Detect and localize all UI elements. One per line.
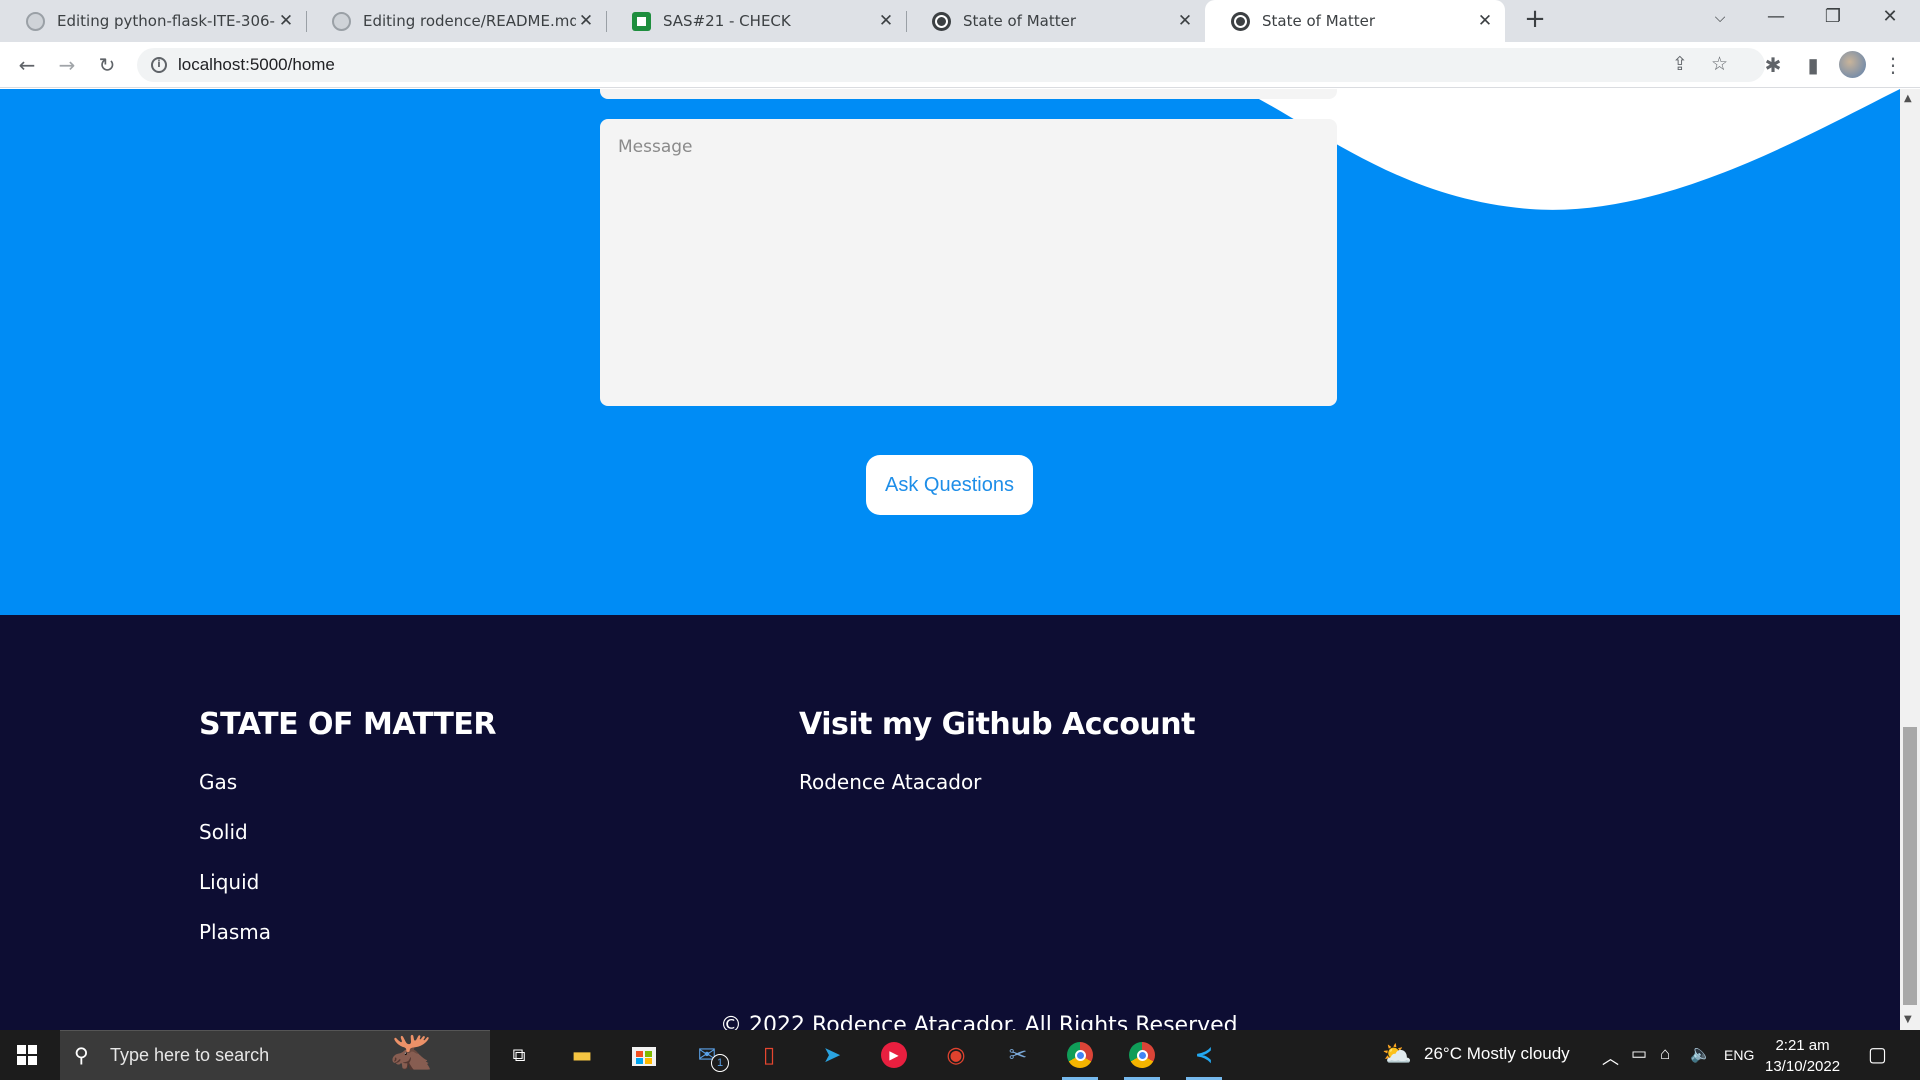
tab-title: SAS#21 - CHECK (663, 12, 791, 30)
chrome-logo (1129, 1042, 1155, 1068)
battery-icon[interactable]: ▭ (1631, 1044, 1647, 1064)
chrome-profile-icon[interactable] (1124, 1038, 1160, 1080)
footer-github-title: Visit my Github Account (799, 707, 1196, 742)
github-icon (332, 11, 351, 31)
footer-link-github[interactable]: Rodence Atacador (799, 770, 981, 794)
chrome-icon[interactable] (1062, 1038, 1098, 1080)
tab-state-of-matter[interactable]: State of Matter ✕ (906, 0, 1205, 42)
show-hidden-icons[interactable]: ︿ (1602, 1044, 1619, 1069)
windows-start-icon[interactable] (17, 1045, 37, 1065)
close-tab-icon[interactable]: ✕ (876, 11, 896, 31)
address-bar[interactable]: i localhost:5000/home ⇪ ☆ (137, 48, 1765, 82)
reload-button[interactable]: ↻ (92, 50, 122, 80)
ask-questions-button[interactable]: Ask Questions (866, 455, 1033, 515)
chrome-logo (1067, 1042, 1093, 1068)
back-button[interactable]: ← (12, 50, 42, 80)
github-icon (26, 11, 45, 31)
task-view-icon[interactable]: ⧉ (501, 1038, 537, 1072)
page-viewport: Ask Questions STATE OF MATTER Gas Solid … (0, 89, 1900, 1030)
scroll-down-arrow[interactable]: ▼ (1904, 1014, 1912, 1025)
copyright-text: © 2022 Rodence Atacador. All Rights Rese… (720, 1013, 1238, 1030)
weather-cloud-icon[interactable]: ⛅ (1382, 1040, 1412, 1069)
browser-toolbar: ← → ↻ i localhost:5000/home ⇪ ☆ ✱ ▮ ⋮ (0, 42, 1920, 88)
extensions-icon[interactable]: ✱ (1758, 50, 1788, 80)
tab-title: State of Matter (963, 12, 1076, 30)
snipping-tool-icon[interactable]: ✂ (1000, 1038, 1036, 1072)
globe-icon (1231, 11, 1250, 31)
language-indicator[interactable]: ENG (1724, 1047, 1754, 1063)
file-explorer-icon[interactable]: ▬ (564, 1038, 600, 1072)
close-tab-icon[interactable]: ✕ (576, 11, 596, 31)
tab-title: Editing rodence/README.md at m (363, 12, 576, 30)
previous-form-field[interactable] (600, 89, 1337, 99)
weather-text[interactable]: 26°C Mostly cloudy (1424, 1044, 1570, 1064)
play-icon: ▶ (881, 1042, 907, 1068)
tab-title: Editing python-flask-ITE-306-SAS (57, 12, 276, 30)
close-tab-icon[interactable]: ✕ (1475, 11, 1495, 31)
volume-icon[interactable]: 🔈 (1690, 1044, 1711, 1064)
clock-time: 2:21 am (1775, 1037, 1830, 1054)
url-text[interactable]: localhost:5000/home (178, 55, 335, 75)
tab-search-icon[interactable]: ⌵ (1700, 10, 1740, 26)
sheets-icon (632, 11, 651, 31)
footer-link-gas[interactable]: Gas (199, 770, 237, 794)
notification-icon[interactable]: ▢ (1868, 1042, 1887, 1067)
search-placeholder: Type here to search (110, 1045, 270, 1065)
new-tab-button[interactable]: + (1519, 4, 1551, 34)
site-info-icon[interactable]: i (151, 57, 167, 73)
page-scrollbar[interactable]: ▲ ▼ (1900, 89, 1920, 1030)
menu-kebab-icon[interactable]: ⋮ (1878, 50, 1908, 80)
store-icon (632, 1047, 656, 1066)
footer-link-liquid[interactable]: Liquid (199, 870, 259, 894)
office-icon[interactable]: ▯ (751, 1038, 787, 1072)
tab-state-of-matter-active[interactable]: State of Matter ✕ (1205, 0, 1505, 42)
clock[interactable]: 2:21 am 13/10/2022 (1765, 1035, 1840, 1077)
footer: STATE OF MATTER Gas Solid Liquid Plasma … (0, 615, 1900, 1030)
globe-icon (932, 11, 951, 31)
windows-taskbar: ⚲ Type here to search 🫎 ⧉ ▬ ✉ 1 ▯ ➤ ▶ ◉ … (0, 1030, 1920, 1080)
restore-button[interactable]: ❐ (1813, 6, 1853, 27)
close-window-button[interactable]: ✕ (1870, 6, 1910, 27)
bookmark-star-icon[interactable]: ☆ (1711, 53, 1728, 75)
close-tab-icon[interactable]: ✕ (276, 11, 296, 31)
forward-button[interactable]: → (52, 50, 82, 80)
side-panel-icon[interactable]: ▮ (1798, 50, 1828, 80)
message-textarea[interactable] (600, 119, 1337, 406)
profile-avatar[interactable] (1839, 51, 1866, 78)
network-icon[interactable]: ⌂ (1660, 1044, 1670, 1064)
app-red-circle-icon[interactable]: ◉ (938, 1038, 974, 1072)
search-icon: ⚲ (74, 1043, 89, 1067)
tab-sas-check[interactable]: SAS#21 - CHECK ✕ (606, 0, 907, 42)
tab-title: State of Matter (1262, 12, 1375, 30)
footer-link-plasma[interactable]: Plasma (199, 920, 271, 944)
microsoft-store-icon[interactable] (626, 1038, 662, 1072)
search-highlight-moose-icon: 🫎 (390, 1033, 433, 1073)
mail-badge: 1 (711, 1054, 729, 1072)
vscode-icon[interactable]: ≺ (1186, 1038, 1222, 1080)
scroll-thumb[interactable] (1903, 727, 1917, 1005)
mail-icon[interactable]: ✉ 1 (689, 1038, 729, 1072)
tab-strip: Editing python-flask-ITE-306-SAS ✕ Editi… (0, 0, 1920, 42)
media-player-icon[interactable]: ▶ (876, 1038, 912, 1072)
clock-date: 13/10/2022 (1765, 1058, 1841, 1075)
tab-github-readme[interactable]: Editing rodence/README.md at m ✕ (306, 0, 607, 42)
tab-github-flask[interactable]: Editing python-flask-ITE-306-SAS ✕ (0, 0, 307, 42)
footer-link-solid[interactable]: Solid (199, 820, 248, 844)
close-tab-icon[interactable]: ✕ (1175, 11, 1195, 31)
share-icon[interactable]: ⇪ (1672, 53, 1688, 75)
telegram-icon[interactable]: ➤ (814, 1038, 850, 1072)
scroll-up-arrow[interactable]: ▲ (1904, 93, 1912, 104)
contact-section: Ask Questions (0, 89, 1900, 615)
taskbar-search-box[interactable]: ⚲ Type here to search 🫎 (60, 1030, 490, 1080)
minimize-button[interactable]: — (1756, 6, 1796, 27)
footer-brand-title: STATE OF MATTER (199, 707, 496, 742)
